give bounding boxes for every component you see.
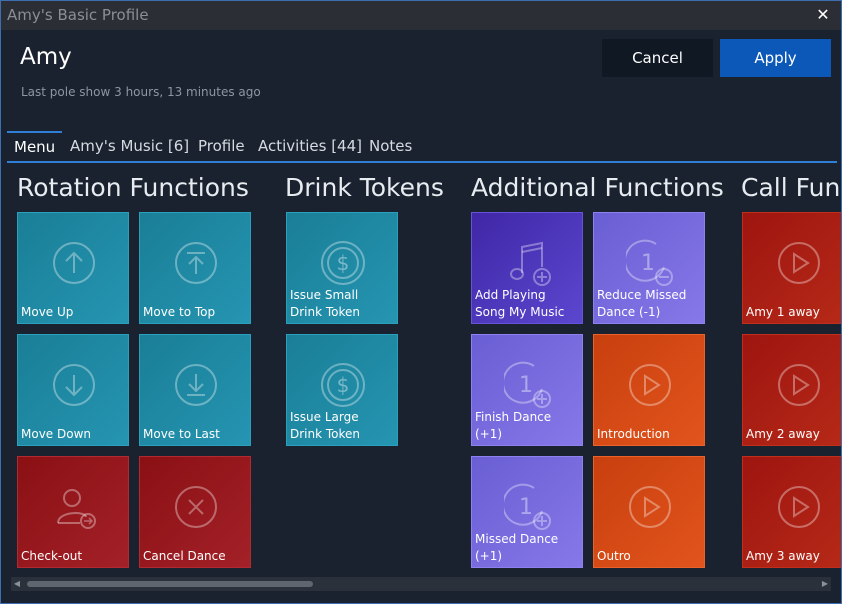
- drink-tokens-heading: Drink Tokens: [285, 173, 444, 202]
- move-down-tile[interactable]: Move Down: [17, 334, 129, 446]
- horizontal-scrollbar[interactable]: ◀ ▶: [11, 577, 831, 591]
- svg-text:$: $: [337, 373, 350, 397]
- reduce-missed-dance-tile[interactable]: 1 Reduce Missed Dance (-1): [593, 212, 705, 324]
- tab-profile[interactable]: Profile: [191, 131, 252, 161]
- play-circle-icon: [629, 364, 671, 406]
- tab-menu[interactable]: Menu: [7, 131, 63, 161]
- additional-functions-heading: Additional Functions: [471, 173, 724, 202]
- check-out-tile[interactable]: Check-out: [17, 456, 129, 568]
- svg-text:1: 1: [519, 495, 533, 520]
- tile-label: Finish Dance (+1): [475, 410, 552, 441]
- scroll-thumb[interactable]: [27, 581, 313, 587]
- tile-label: Move to Last: [143, 427, 220, 441]
- call-1-away-tile[interactable]: Amy 1 away: [742, 212, 841, 324]
- title-bar: Amy's Basic Profile ✕: [1, 1, 841, 30]
- issue-large-drink-token-tile[interactable]: $ Issue Large Drink Token: [286, 334, 398, 446]
- arrow-up-circle-icon: [53, 242, 95, 284]
- call-functions-heading: Call Fun: [741, 173, 841, 202]
- cancel-button[interactable]: Cancel: [602, 39, 713, 77]
- tile-label: Outro: [597, 549, 631, 563]
- move-to-top-tile[interactable]: Move to Top: [139, 212, 251, 324]
- last-pole-show-text: Last pole show 3 hours, 13 minutes ago: [21, 85, 261, 99]
- tab-notes[interactable]: Notes: [362, 131, 419, 161]
- arrow-to-top-circle-icon: [175, 242, 217, 284]
- tile-label: Cancel Dance: [143, 549, 226, 563]
- music-note-add-icon: [510, 241, 551, 286]
- tile-label: Add Playing Song My Music: [475, 288, 565, 319]
- tile-label: Amy 2 away: [746, 427, 820, 441]
- play-circle-icon: [778, 242, 820, 284]
- tile-label: Move to Top: [143, 305, 216, 319]
- tab-music[interactable]: Amy's Music [6]: [63, 131, 196, 161]
- tab-activities[interactable]: Activities [44]: [251, 131, 369, 161]
- introduction-tile[interactable]: Introduction: [593, 334, 705, 446]
- cancel-dance-tile[interactable]: Cancel Dance: [139, 456, 251, 568]
- issue-small-drink-token-tile[interactable]: $ Issue Small Drink Token: [286, 212, 398, 324]
- dollar-coin-icon: $: [321, 241, 365, 285]
- one-minus-icon: 1: [626, 239, 673, 286]
- profile-window: Amy's Basic Profile ✕ Amy Last pole show…: [0, 0, 842, 604]
- close-icon[interactable]: ✕: [813, 4, 833, 26]
- arrow-down-circle-icon: [53, 364, 95, 406]
- scroll-right-icon[interactable]: ▶: [819, 577, 831, 591]
- tile-label: Introduction: [597, 427, 670, 441]
- arrow-to-bottom-circle-icon: [175, 364, 217, 406]
- play-circle-icon: [778, 486, 820, 528]
- tile-label: Reduce Missed Dance (-1): [597, 288, 687, 319]
- x-circle-icon: [175, 486, 217, 528]
- tile-label: Move Up: [21, 305, 74, 319]
- tile-label: Move Down: [21, 427, 91, 441]
- profile-name: Amy: [20, 44, 72, 70]
- tile-label: Amy 1 away: [746, 305, 820, 319]
- move-to-last-tile[interactable]: Move to Last: [139, 334, 251, 446]
- play-circle-icon: [778, 364, 820, 406]
- add-playing-song-tile[interactable]: Add Playing Song My Music: [471, 212, 583, 324]
- call-2-away-tile[interactable]: Amy 2 away: [742, 334, 841, 446]
- one-plus-icon: 1: [504, 361, 551, 408]
- finish-dance-tile[interactable]: 1 Finish Dance (+1): [471, 334, 583, 446]
- tile-label: Check-out: [21, 549, 83, 563]
- move-up-tile[interactable]: Move Up: [17, 212, 129, 324]
- rotation-functions-heading: Rotation Functions: [17, 173, 249, 202]
- tile-label: Issue Large Drink Token: [290, 410, 361, 441]
- scroll-left-icon[interactable]: ◀: [11, 577, 23, 591]
- play-circle-icon: [629, 486, 671, 528]
- tile-label: Amy 3 away: [746, 549, 820, 563]
- one-plus-icon: 1: [504, 483, 551, 530]
- user-checkout-icon: [57, 489, 96, 529]
- dollar-coin-icon: $: [321, 363, 365, 407]
- tile-label: Issue Small Drink Token: [290, 288, 361, 319]
- menu-panel: Rotation Functions Drink Tokens Addition…: [1, 164, 841, 577]
- svg-text:$: $: [337, 251, 350, 275]
- missed-dance-tile[interactable]: 1 Missed Dance (+1): [471, 456, 583, 568]
- tab-bar: Menu Amy's Music [6] Profile Activities …: [7, 131, 837, 163]
- tile-label: Missed Dance (+1): [475, 532, 559, 563]
- apply-button[interactable]: Apply: [720, 39, 831, 77]
- outro-tile[interactable]: Outro: [593, 456, 705, 568]
- window-title: Amy's Basic Profile: [7, 6, 149, 24]
- call-3-away-tile[interactable]: Amy 3 away: [742, 456, 841, 568]
- svg-text:1: 1: [641, 251, 655, 276]
- svg-text:1: 1: [519, 373, 533, 398]
